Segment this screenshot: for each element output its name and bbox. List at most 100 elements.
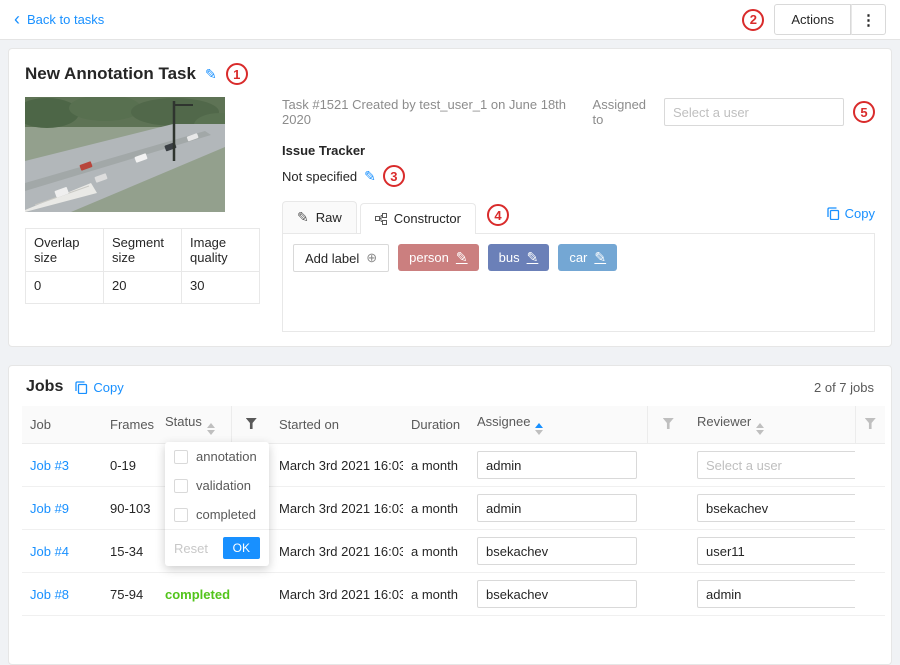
copy-icon [75,381,88,394]
frames-cell: 75-94 [102,573,157,616]
assigned-to-label: Assigned to [593,97,655,127]
edit-label-icon[interactable]: ✎ [456,249,468,266]
image-quality-value: 30 [182,272,260,304]
jobs-card: Jobs Copy 2 of 7 jobs Job Frames Status … [8,365,892,665]
edit-issue-tracker-icon[interactable]: ✎ [364,168,376,185]
assignee-input[interactable] [477,451,637,479]
col-status[interactable]: Status [157,406,231,444]
started-cell: March 3rd 2021 16:03 [271,530,403,573]
filter-option-label: validation [196,478,251,493]
duration-cell: a month [403,487,469,530]
frames-cell: 15-34 [102,530,157,573]
reviewer-input[interactable] [697,537,855,565]
chevron-left-icon: ‹ [14,10,20,28]
jobs-header-row: Job Frames Status Started on Duration As… [22,406,885,444]
filter-funnel-icon[interactable] [865,418,876,429]
labels-tab-bar: ✎ Raw Constructor 4 [282,201,875,234]
table-row: Job #3 0-19 March 3rd 2021 16:03 a month [22,444,885,487]
edit-label-icon[interactable]: ✎ [527,249,539,266]
label-chip-car[interactable]: car ✎ [558,244,617,271]
top-bar: ‹ Back to tasks 2 Actions ⋮ [0,0,900,40]
started-cell: March 3rd 2021 16:03 [271,573,403,616]
reviewer-sort-carets[interactable] [756,423,764,435]
job-link[interactable]: Job #9 [30,501,69,516]
vertical-dots-icon: ⋮ [861,12,876,29]
status-filter-trigger[interactable] [231,406,271,444]
started-cell: March 3rd 2021 16:03 [271,444,403,487]
col-reviewer[interactable]: Reviewer [689,406,855,444]
reviewer-filter-trigger[interactable] [855,406,885,444]
segment-size-header: Segment size [104,229,182,272]
assignee-input[interactable] [477,580,637,608]
job-link[interactable]: Job #8 [30,587,69,602]
image-quality-header: Image quality [182,229,260,272]
col-duration: Duration [403,406,469,444]
col-frames: Frames [102,406,157,444]
filter-funnel-icon[interactable] [663,418,674,429]
job-link[interactable]: Job #4 [30,544,69,559]
table-row: Job #8 75-94 completed ? March 3rd 2021 … [22,573,885,616]
reviewer-input[interactable] [697,451,855,479]
label-chip-bus[interactable]: bus ✎ [488,244,550,271]
assignee-sort-carets[interactable] [535,423,543,435]
filter-option-completed[interactable]: completed [165,500,269,529]
col-job: Job [22,406,102,444]
tab-raw[interactable]: ✎ Raw [282,201,357,233]
add-label-button[interactable]: Add label ⊕ [293,244,389,272]
tab-raw-label: Raw [316,210,342,225]
assignee-filter-trigger[interactable] [647,406,689,444]
annotation-circle-2: 2 [742,9,764,31]
constructor-icon [375,213,387,225]
tab-constructor[interactable]: Constructor [360,203,476,234]
copy-icon [827,207,840,220]
back-to-tasks-link[interactable]: ‹ Back to tasks [14,12,104,28]
assignee-input[interactable] [477,537,637,565]
overlap-size-header: Overlap size [26,229,104,272]
copy-labels-link[interactable]: Copy [827,206,875,228]
label-chip-car-name: car [569,250,587,265]
table-row: Job #4 15-34 March 3rd 2021 16:03 a mont… [22,530,885,573]
task-parameters-table: Overlap size Segment size Image quality … [25,228,260,304]
started-cell: March 3rd 2021 16:03 [271,487,403,530]
copy-labels-label: Copy [845,206,875,221]
filter-option-annotation[interactable]: annotation [165,442,269,471]
annotation-circle-5: 5 [853,101,875,123]
filter-ok-button[interactable]: OK [223,537,260,559]
edit-label-icon[interactable]: ✎ [594,249,606,266]
col-started: Started on [271,406,403,444]
duration-cell: a month [403,530,469,573]
issue-tracker-label: Issue Tracker [282,143,875,158]
label-chip-person[interactable]: person ✎ [398,244,478,271]
actions-button[interactable]: Actions [774,4,851,35]
filter-reset-button[interactable]: Reset [174,541,208,556]
checkbox-icon[interactable] [174,508,188,522]
reviewer-input[interactable] [697,494,855,522]
checkbox-icon[interactable] [174,479,188,493]
job-link[interactable]: Job #3 [30,458,69,473]
status-sort-carets[interactable] [207,423,215,435]
edit-task-name-icon[interactable]: ✎ [205,66,217,83]
reviewer-input[interactable] [697,580,855,608]
col-assignee[interactable]: Assignee [469,406,647,444]
label-chip-bus-name: bus [499,250,520,265]
actions-menu-button[interactable]: ⋮ [851,4,886,35]
actions-button-group: Actions ⋮ [774,4,886,35]
copy-jobs-link[interactable]: Copy [75,380,123,395]
plus-circle-icon: ⊕ [366,250,377,266]
assignee-input[interactable] [477,494,637,522]
annotation-circle-4: 4 [487,204,509,226]
task-assignee-input[interactable] [664,98,844,126]
filter-option-validation[interactable]: validation [165,471,269,500]
annotation-circle-3: 3 [383,165,405,187]
pencil-icon: ✎ [297,209,309,226]
task-preview-image [25,97,225,212]
checkbox-icon[interactable] [174,450,188,464]
annotation-circle-1: 1 [226,63,248,85]
filter-funnel-icon[interactable] [246,418,257,429]
duration-cell: a month [403,573,469,616]
table-row: Job #9 90-103 March 3rd 2021 16:03 a mon… [22,487,885,530]
frames-cell: 90-103 [102,487,157,530]
status-cell: completed ? [165,587,231,602]
overlap-size-value: 0 [26,272,104,304]
jobs-count: 2 of 7 jobs [814,380,874,395]
